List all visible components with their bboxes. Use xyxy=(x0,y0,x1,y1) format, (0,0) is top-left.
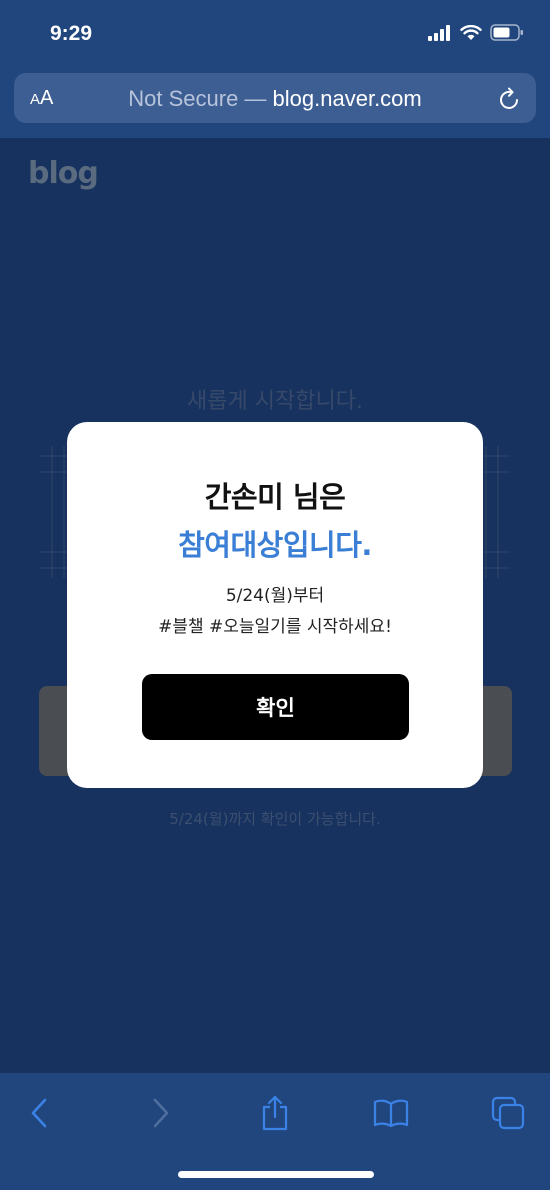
page-headline: 새롭게 시작합니다. xyxy=(187,389,363,414)
url-text[interactable]: Not Secure — blog.naver.com xyxy=(14,86,536,112)
address-bar[interactable]: AA Not Secure — blog.naver.com xyxy=(14,73,536,123)
modal-title: 간손미 님은 xyxy=(204,480,346,514)
wifi-icon xyxy=(460,24,482,40)
tabs-icon xyxy=(491,1096,525,1130)
forward-icon xyxy=(153,1098,169,1128)
security-label: Not Secure xyxy=(128,86,239,111)
back-icon xyxy=(31,1098,47,1128)
forward-button[interactable] xyxy=(140,1093,180,1133)
status-bar: 9:29 xyxy=(0,0,550,68)
home-indicator xyxy=(178,1171,374,1178)
browser-toolbar xyxy=(0,1073,550,1190)
tabs-button[interactable] xyxy=(488,1093,528,1133)
modal-message: #블챌 #오늘일기를 시작하세요! xyxy=(158,617,392,637)
confirm-button[interactable]: 확인 xyxy=(142,674,409,740)
battery-icon xyxy=(490,24,523,41)
share-button[interactable] xyxy=(255,1093,295,1133)
status-icons xyxy=(428,24,524,41)
share-icon xyxy=(262,1095,288,1131)
page-note: 5/24(월)까지 확인이 가능합니다. xyxy=(169,810,381,828)
back-button[interactable] xyxy=(20,1093,60,1133)
signal-icon xyxy=(428,24,450,41)
bookmarks-button[interactable] xyxy=(371,1093,411,1133)
url-separator: — xyxy=(238,86,273,111)
participation-modal: 간손미 님은 참여대상입니다. 5/24(월)부터 #블챌 #오늘일기를 시작하… xyxy=(67,422,483,788)
browser-top-bar: AA Not Secure — blog.naver.com xyxy=(0,68,550,138)
domain-label: blog.naver.com xyxy=(272,86,422,111)
reload-icon[interactable] xyxy=(498,86,522,112)
blog-logo: blog xyxy=(28,156,99,191)
status-time: 9:29 xyxy=(50,22,93,45)
modal-subtitle: 참여대상입니다. xyxy=(178,528,372,562)
bookmarks-icon xyxy=(373,1099,409,1128)
modal-start-date: 5/24(월)부터 xyxy=(225,586,325,606)
